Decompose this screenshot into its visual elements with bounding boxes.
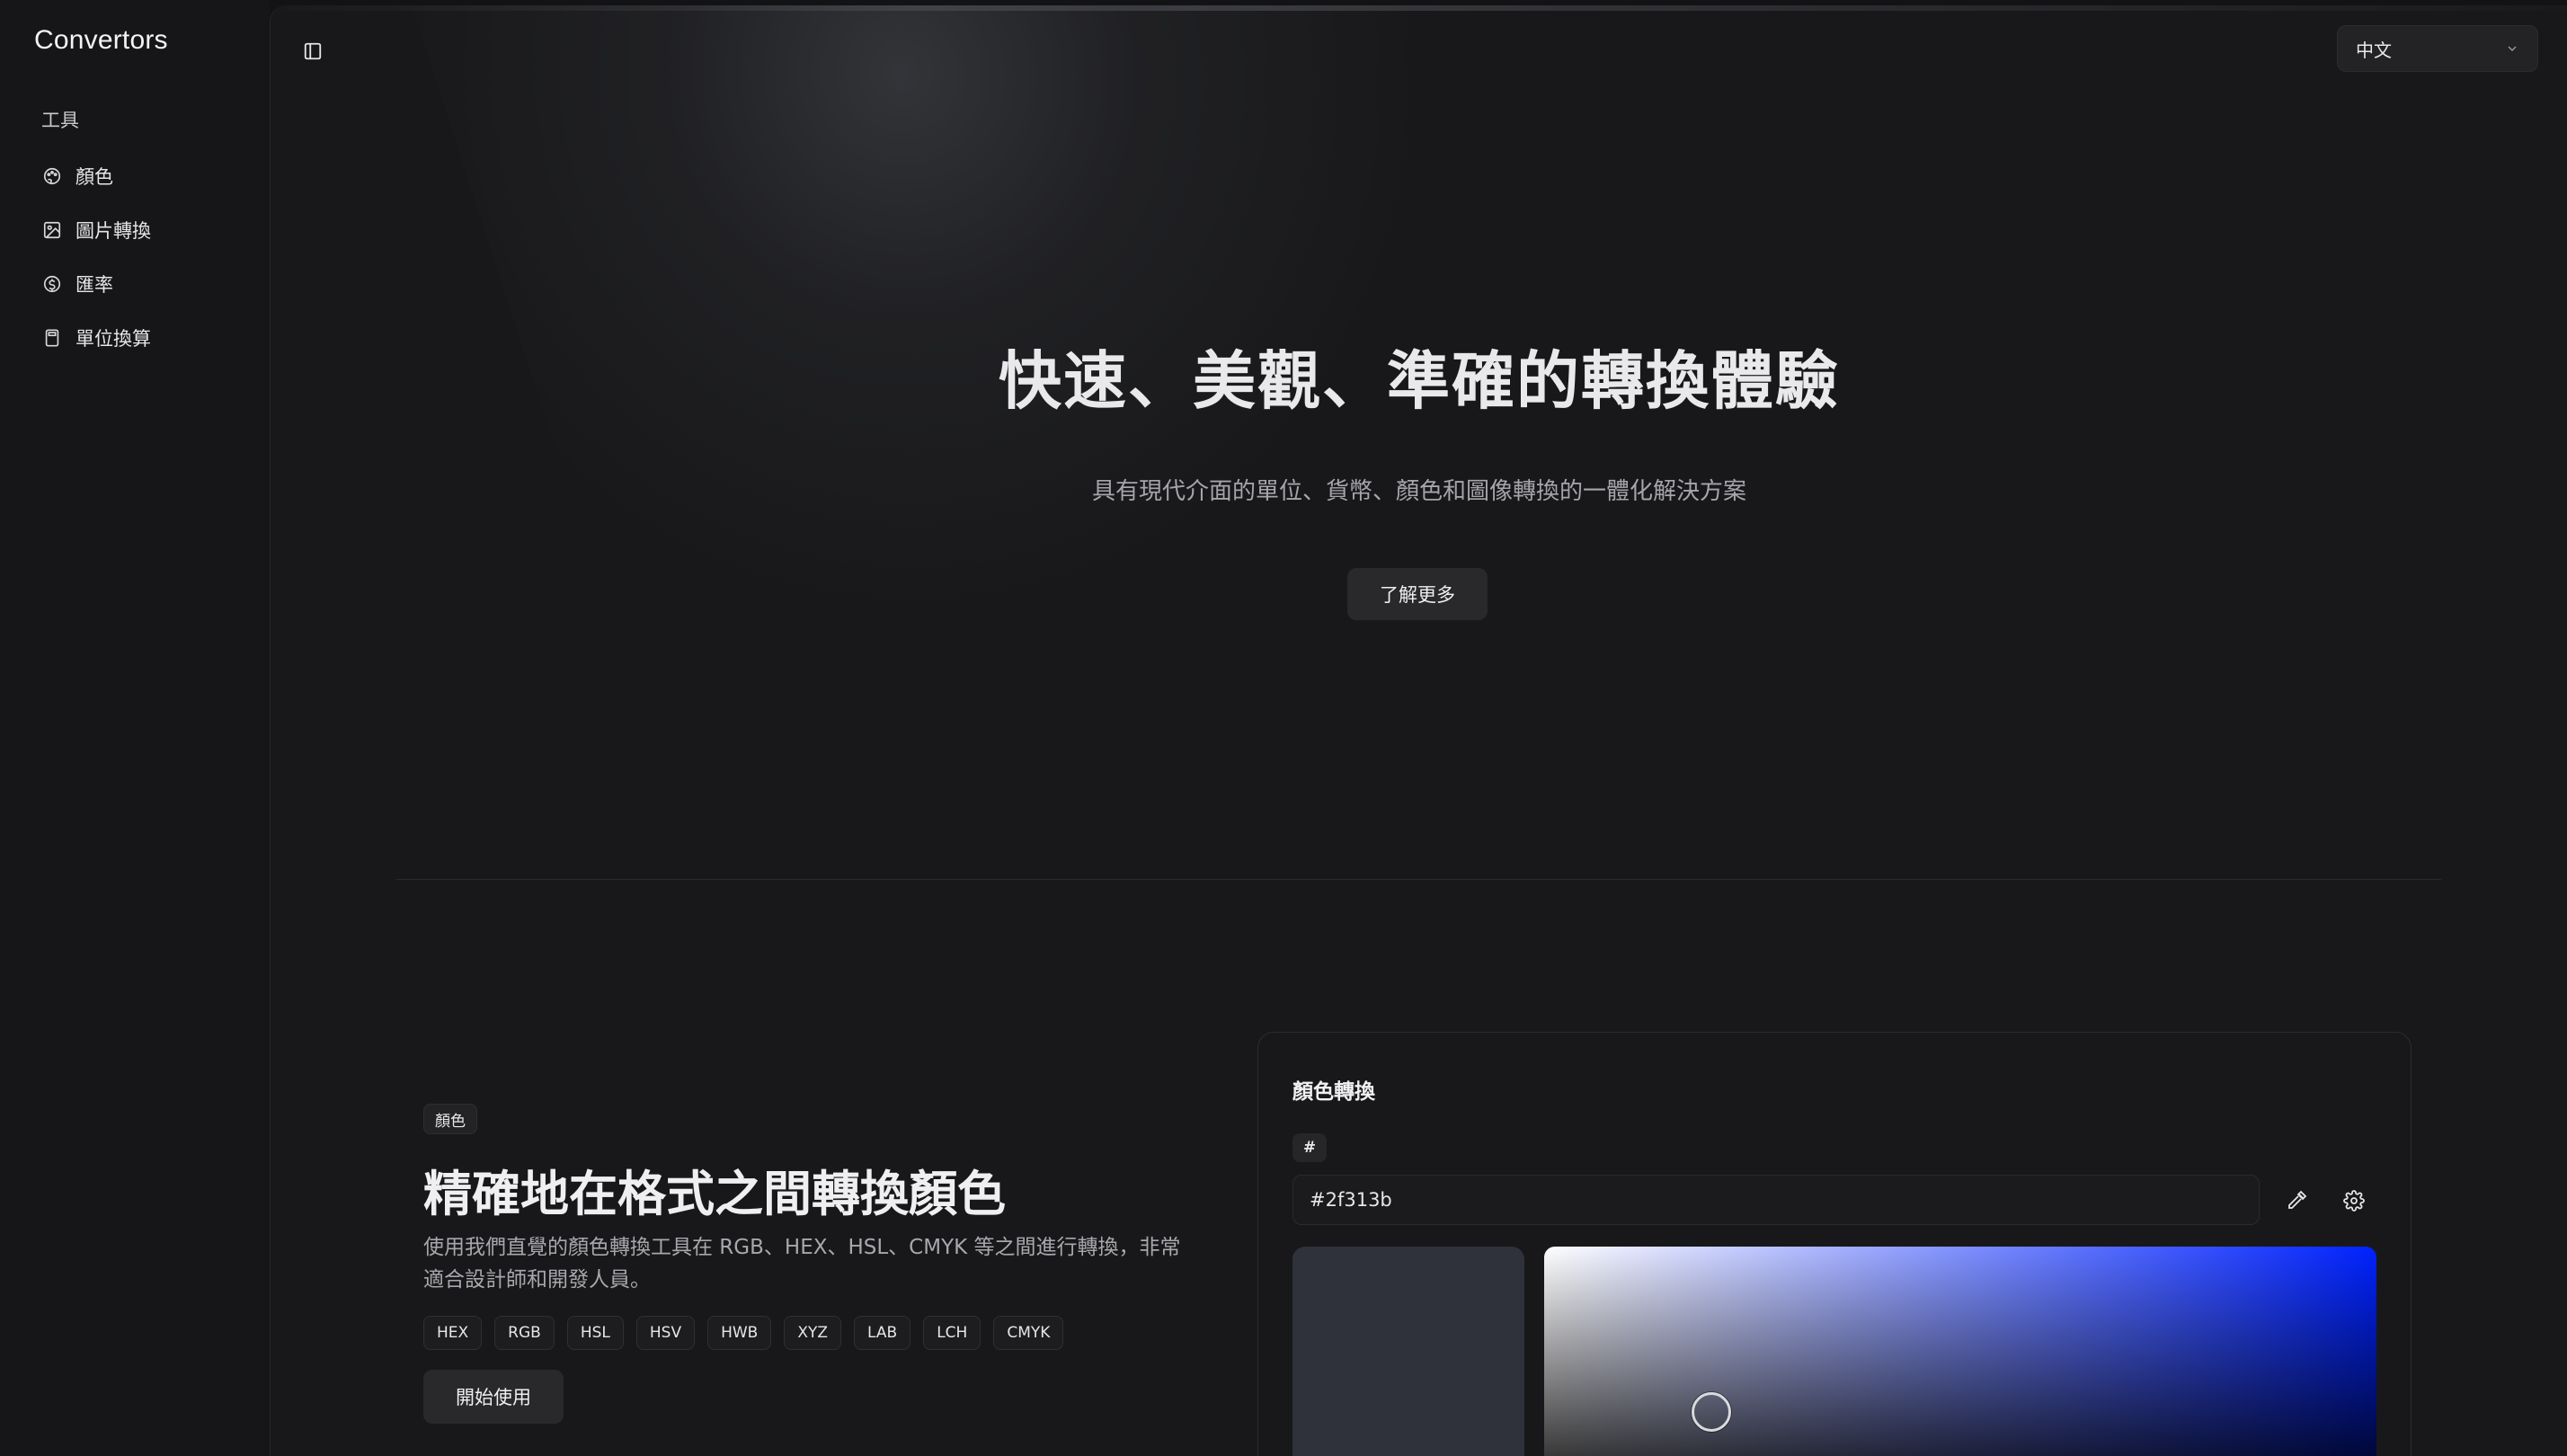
get-started-button[interactable]: 開始使用 [423,1370,564,1424]
sidebar-section-label: 工具 [41,110,79,131]
picker-handle[interactable] [1692,1392,1731,1432]
feature-badge: 顏色 [423,1104,477,1134]
format-chip: HEX [423,1316,483,1350]
feature-title: 精確地在格式之間轉換顏色 [423,1165,1006,1222]
sidebar-item-color[interactable]: 顏色 [41,149,257,203]
sidebar-item-image-convert[interactable]: 圖片轉換 [41,203,257,257]
format-chip: HWB [707,1316,772,1350]
currency-icon [41,273,63,295]
hex-input[interactable] [1292,1175,2260,1225]
hero-title: 快速、美觀、準確的轉換體驗 [999,343,1840,418]
language-select[interactable]: 中文 [2337,25,2538,72]
format-chip: HSL [566,1316,624,1350]
panel-left-icon [304,42,322,60]
image-icon [41,219,63,241]
sidebar-item-label: 圖片轉換 [76,220,151,242]
palette-icon [41,165,63,187]
top-accent-line [271,5,2567,11]
format-chip: XYZ [784,1316,842,1350]
main-panel: 中文 快速、美觀、準確的轉換體驗 具有現代介面的單位、貨幣、顏色和圖像轉換的一體… [270,5,2567,1456]
section-divider [396,879,2441,880]
sidebar-item-unit-convert[interactable]: 單位換算 [41,311,257,365]
calculator-icon [41,327,63,349]
format-chip: LCH [923,1316,982,1350]
sidebar: Convertors 工具 顏色 圖片轉換 匯率 單位換算 [0,0,270,1456]
color-preview-swatch [1292,1247,1524,1456]
sidebar-item-exchange-rate[interactable]: 匯率 [41,257,257,311]
gear-icon [2343,1190,2365,1212]
eyedropper-icon [2288,1190,2307,1209]
format-chip: RGB [494,1316,555,1350]
app-brand[interactable]: Convertors [34,25,168,56]
settings-button[interactable] [2337,1184,2371,1218]
format-chips: HEX RGB HSL HSV HWB XYZ LAB LCH CMYK [423,1316,1064,1350]
color-convert-card: 顏色轉換 # [1257,1032,2412,1456]
sidebar-toggle-button[interactable] [301,40,324,63]
format-chip: LAB [854,1316,911,1350]
sidebar-nav: 顏色 圖片轉換 匯率 單位換算 [41,149,257,365]
app-root: Convertors 工具 顏色 圖片轉換 匯率 單位換算 中文 快速、美觀、準… [0,0,2567,1456]
format-chip: CMYK [993,1316,1064,1350]
sidebar-item-label: 匯率 [76,274,113,296]
hex-prefix-badge: # [1292,1133,1327,1162]
learn-more-button[interactable]: 了解更多 [1347,568,1488,620]
sidebar-item-label: 顏色 [76,166,113,188]
hero-subtitle: 具有現代介面的單位、貨幣、顏色和圖像轉換的一體化解決方案 [1091,478,1746,505]
language-select-value: 中文 [2356,39,2392,61]
format-chip: HSV [635,1316,696,1350]
eyedropper-button[interactable] [2279,1184,2314,1218]
chevron-down-icon [2508,46,2517,51]
card-title: 顏色轉換 [1292,1080,1375,1104]
saturation-value-picker[interactable] [1544,1247,2376,1456]
picker-black-layer [1544,1247,2376,1456]
feature-description: 使用我們直覺的顏色轉換工具在 RGB、HEX、HSL、CMYK 等之間進行轉換，… [423,1236,1181,1292]
sidebar-item-label: 單位換算 [76,328,151,350]
